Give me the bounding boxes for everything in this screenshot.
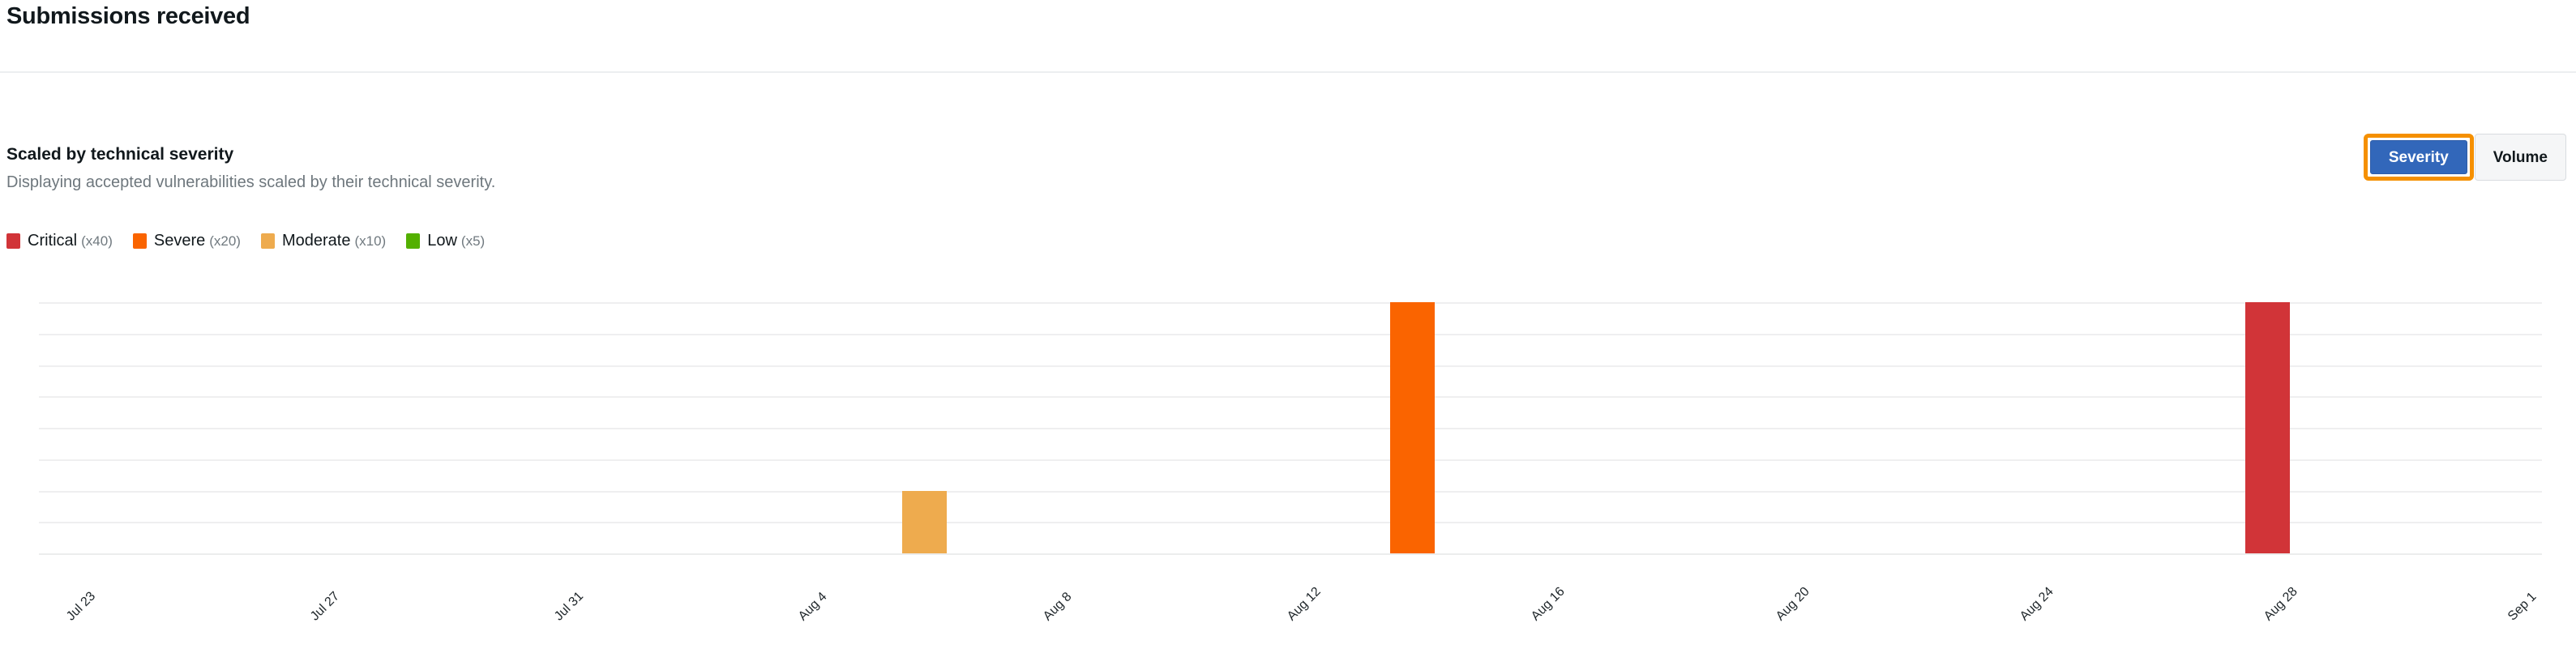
legend-item-severe[interactable]: Severe (x20) [132,232,241,250]
chart-mode-toggle-group: Severity Volume [2363,134,2566,181]
submissions-bar-chart: 4035302520151050Jul 23Jul 27Jul 31Aug 4A… [0,275,2576,653]
legend-item-label: Low (x5) [427,232,486,250]
x-axis-tick-label: Aug 20 [1773,584,1812,624]
legend-item-multiplier: (x20) [209,233,241,249]
chart-gridline [39,522,2542,524]
section-description: Displaying accepted vulnerabilities scal… [6,173,496,191]
x-axis-tick-label: Aug 28 [2261,584,2300,624]
legend-item-low[interactable]: Low (x5) [406,232,485,250]
x-axis-tick-label: Jul 27 [307,589,343,624]
legend-item-multiplier: (x10) [354,233,387,249]
legend-swatch-icon [260,233,275,249]
tab-volume[interactable]: Volume [2474,134,2566,181]
x-axis-tick-label: Jul 23 [63,589,98,624]
legend-swatch-icon [6,233,20,249]
x-axis-tick-label: Aug 8 [1040,589,1075,624]
page-title: Submissions received [6,3,250,29]
tab-severity[interactable]: Severity [2369,140,2467,174]
header-divider [0,71,2576,73]
chart-gridline [39,396,2542,399]
legend-swatch-icon [132,233,147,249]
chart-gridline [39,333,2542,335]
chart-gridline [39,490,2542,493]
x-axis-tick-label: Aug 12 [1284,584,1324,624]
legend-item-critical[interactable]: Critical (x40) [6,232,113,250]
legend-item-label: Moderate (x10) [281,232,387,250]
chart-plot-area: 4035302520151050Jul 23Jul 27Jul 31Aug 4A… [39,302,2542,624]
legend-item-moderate[interactable]: Moderate (x10) [260,232,387,250]
chart-gridline [39,428,2542,429]
chart-gridline [39,365,2542,367]
chart-bar[interactable] [1390,302,1436,553]
legend-swatch-icon [406,233,421,249]
chart-gridline [39,459,2542,461]
x-axis-tick-label: Jul 31 [552,589,587,624]
legend-item-label: Severe (x20) [153,232,241,250]
section-heading: Scaled by technical severity [6,145,234,164]
chart-bar[interactable] [901,490,947,553]
chart-gridline [39,553,2542,555]
x-axis-tick-label: Aug 24 [2017,584,2056,624]
legend-item-label: Critical (x40) [28,232,113,250]
x-axis-tick-label: Aug 16 [1529,584,1568,624]
chart-legend: Critical (x40) Severe (x20) Moderate (x10) Low… [6,232,485,250]
chart-gridline [39,302,2542,304]
x-axis-tick-label: Aug 4 [796,589,830,624]
submissions-received-page: Submissions received Scaled by technical… [0,0,2576,653]
severity-button-focus-ring: Severity [2363,134,2474,181]
x-axis-tick-label: Sep 1 [2505,589,2540,624]
chart-bar[interactable] [2244,302,2290,553]
legend-item-multiplier: (x40) [81,233,113,249]
legend-item-multiplier: (x5) [460,233,486,249]
